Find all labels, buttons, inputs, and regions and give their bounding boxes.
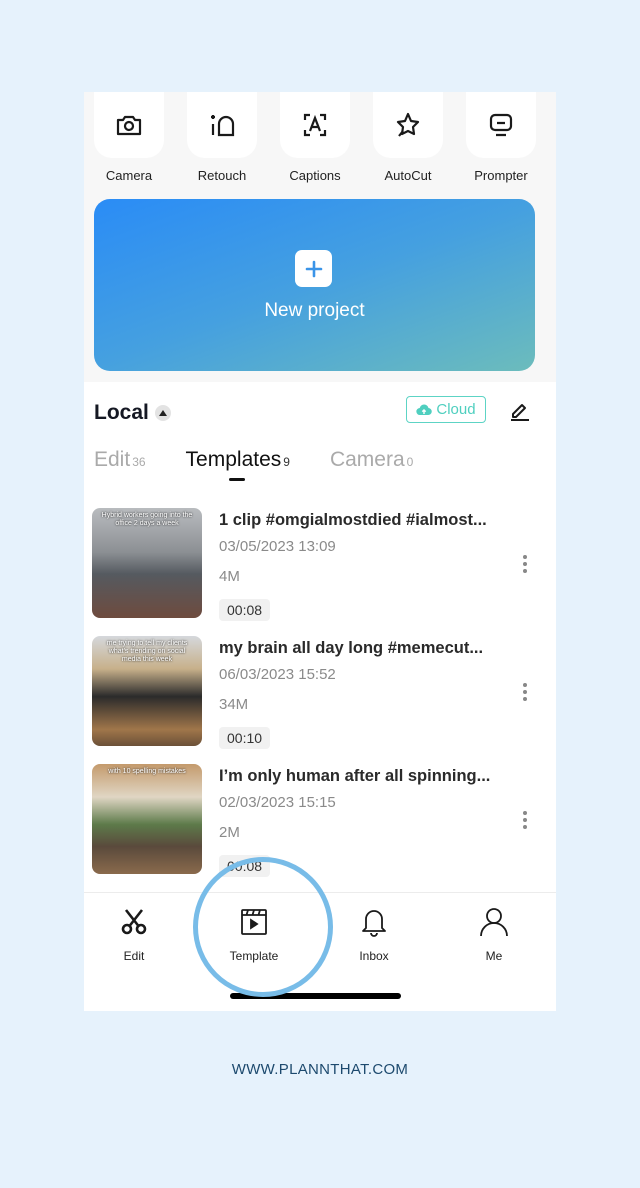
project-thumbnail: me trying to tell my clients what's tren… xyxy=(92,636,202,746)
project-size: 4M xyxy=(219,568,240,585)
tab-templates[interactable]: Templates 9 xyxy=(185,448,290,481)
tool-captions[interactable]: Captions xyxy=(280,92,350,183)
tab-count: 36 xyxy=(132,455,146,469)
tab-count: 9 xyxy=(283,455,290,469)
new-project-button[interactable]: New project xyxy=(94,199,535,371)
new-project-label: New project xyxy=(264,300,365,321)
project-duration: 00:10 xyxy=(219,727,271,749)
tool-label: Camera xyxy=(105,168,153,183)
tool-label: Captions xyxy=(289,168,341,183)
tool-camera[interactable]: Camera xyxy=(94,92,164,183)
project-title: 1 clip #omgialmostdied #ialmost... xyxy=(219,511,487,529)
project-date: 02/03/2023 15:15 xyxy=(219,794,336,811)
tab-count: 0 xyxy=(406,455,414,469)
phone-screen: Camera Retouch Captions AutoCut Prompter… xyxy=(84,92,556,1011)
more-options-icon[interactable] xyxy=(515,554,535,574)
section-title: Local xyxy=(94,401,149,424)
tab-label: Camera xyxy=(329,448,405,471)
nav-label: Edit xyxy=(123,949,145,963)
project-thumbnail: with 10 spelling mistakes xyxy=(92,764,202,874)
caret-up-icon xyxy=(154,405,171,421)
cloud-button[interactable]: Cloud xyxy=(406,396,486,423)
project-title: I’m only human after all spinning... xyxy=(219,767,491,785)
edit-pencil-icon[interactable] xyxy=(509,399,531,421)
project-item[interactable]: me trying to tell my clients what's tren… xyxy=(92,636,548,749)
tab-camera[interactable]: Camera 0 xyxy=(330,448,413,472)
captions-icon xyxy=(303,113,327,137)
camera-icon xyxy=(116,115,142,136)
tools-row: Camera Retouch Captions AutoCut Prompter xyxy=(84,92,556,192)
nav-label: Me xyxy=(485,949,503,963)
cloud-upload-icon xyxy=(416,403,433,415)
tool-label: Prompter xyxy=(474,168,528,183)
nav-inbox[interactable]: Inbox xyxy=(334,905,414,963)
tool-retouch[interactable]: Retouch xyxy=(187,92,257,183)
tool-autocut[interactable]: AutoCut xyxy=(373,92,443,183)
nav-label: Inbox xyxy=(359,949,389,963)
project-size: 34M xyxy=(219,696,249,713)
project-duration: 00:08 xyxy=(219,599,271,621)
tab-bar: Edit 36 Templates 9 Camera 0 xyxy=(94,448,453,481)
plus-icon xyxy=(295,250,332,287)
bell-icon xyxy=(362,910,386,937)
project-title: my brain all day long #memecut... xyxy=(219,639,484,657)
highlight-circle xyxy=(193,857,333,997)
local-dropdown[interactable]: Local xyxy=(94,401,171,425)
more-options-icon[interactable] xyxy=(515,810,535,830)
project-item[interactable]: with 10 spelling mistakes I’m only human… xyxy=(92,764,548,877)
more-options-icon[interactable] xyxy=(515,682,535,702)
scissors-icon xyxy=(121,909,147,935)
project-thumbnail: Hybrid workers going into the office 2 d… xyxy=(92,508,202,618)
tab-label: Templates xyxy=(185,448,282,471)
tool-label: Retouch xyxy=(197,168,247,183)
autocut-icon xyxy=(396,112,420,137)
retouch-icon xyxy=(211,115,235,137)
thumbnail-caption: with 10 spelling mistakes xyxy=(108,768,186,775)
footer-url: WWW.PLANNTHAT.COM xyxy=(231,1061,409,1078)
person-icon xyxy=(480,908,508,937)
thumbnail-caption: me trying to tell my clients what's tren… xyxy=(106,640,188,663)
nav-me[interactable]: Me xyxy=(454,905,534,963)
cloud-label: Cloud xyxy=(436,401,476,418)
tool-prompter[interactable]: Prompter xyxy=(466,92,536,183)
tool-label: AutoCut xyxy=(384,168,432,183)
project-date: 06/03/2023 15:52 xyxy=(219,666,336,683)
project-date: 03/05/2023 13:09 xyxy=(219,538,336,555)
project-item[interactable]: Hybrid workers going into the office 2 d… xyxy=(92,508,548,621)
thumbnail-caption: Hybrid workers going into the office 2 d… xyxy=(101,512,193,527)
project-size: 2M xyxy=(219,824,240,841)
tab-label: Edit xyxy=(94,448,131,471)
prompter-icon xyxy=(489,113,513,137)
nav-edit[interactable]: Edit xyxy=(94,905,174,963)
tab-edit[interactable]: Edit 36 xyxy=(94,448,146,472)
